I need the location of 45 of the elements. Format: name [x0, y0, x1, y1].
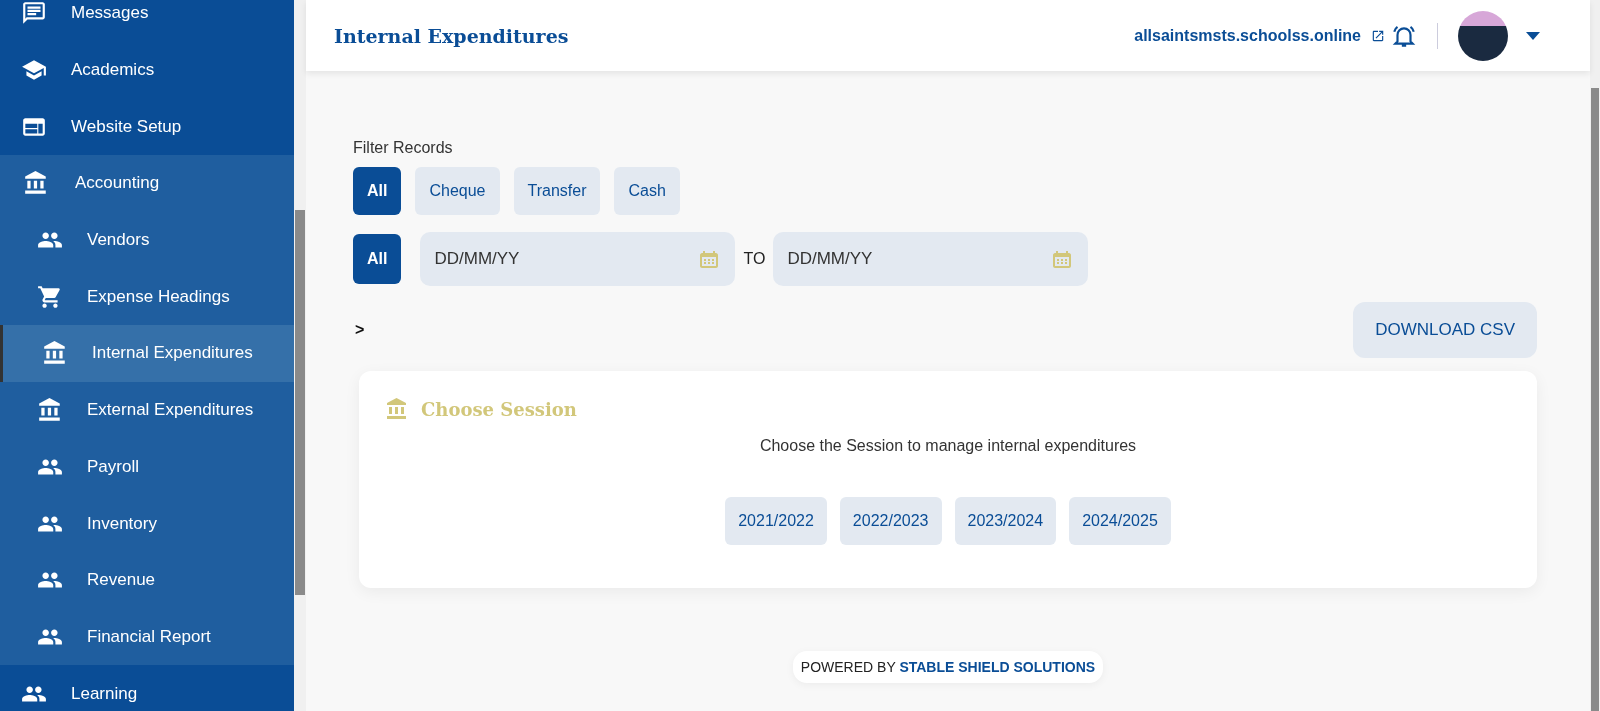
- powered-by-text: POWERED BY STABLE SHIELD SOLUTIONS: [792, 651, 1104, 683]
- sidebar-item[interactable]: External Expenditures: [0, 381, 294, 439]
- download-csv-button[interactable]: DOWNLOAD CSV: [1353, 302, 1537, 358]
- school-logo-avatar[interactable]: [1458, 10, 1508, 61]
- date-filter-all-button[interactable]: All: [353, 234, 402, 284]
- card-title: Choose Session: [421, 398, 577, 420]
- bank-icon: [385, 397, 409, 421]
- filter-title: Filter Records: [353, 139, 454, 157]
- breadcrumb-arrow: >: [354, 321, 365, 339]
- session-button[interactable]: 2024/2025: [1069, 497, 1171, 545]
- from-date-field[interactable]: DD/MM/YY: [420, 232, 736, 286]
- bank-icon: [42, 340, 68, 367]
- external-link-icon[interactable]: [1371, 28, 1385, 43]
- card-description: Choose the Session to manage internal expenditures: [758, 437, 1138, 455]
- scrollbar-thumb[interactable]: [1591, 88, 1599, 711]
- filter-tab[interactable]: Cash: [614, 167, 680, 215]
- calendar-icon: [1052, 249, 1073, 269]
- sidebar-item[interactable]: Accounting: [0, 155, 294, 212]
- session-button[interactable]: 2022/2023: [839, 497, 942, 545]
- sidebar-item[interactable]: Website Setup: [0, 98, 294, 156]
- filter-tab[interactable]: All: [353, 167, 402, 215]
- sidebar-item[interactable]: Academics: [0, 41, 294, 99]
- filter-tab[interactable]: Cheque: [415, 167, 500, 215]
- caret-icon[interactable]: [1526, 31, 1540, 40]
- sidebar-item[interactable]: Internal Expenditures: [0, 325, 294, 382]
- site-link[interactable]: allsaintsmsts.schoolss.online: [1134, 26, 1361, 45]
- sidebar-item[interactable]: Revenue: [0, 551, 294, 609]
- sidebar-item[interactable]: Payroll: [0, 438, 294, 496]
- sidebar-item[interactable]: Inventory: [0, 495, 294, 552]
- calendar-icon: [699, 249, 720, 269]
- session-button[interactable]: 2023/2024: [954, 497, 1057, 545]
- page-title: Internal Expenditures: [334, 24, 570, 47]
- to-date-field[interactable]: DD/MM/YY: [773, 232, 1089, 286]
- bank-icon: [37, 397, 63, 424]
- session-button[interactable]: 2021/2022: [725, 497, 827, 545]
- sidebar-item[interactable]: Expense Headings: [0, 268, 294, 326]
- to-label: TO: [743, 250, 766, 268]
- sidebar-item[interactable]: Learning: [0, 665, 294, 711]
- scrollbar-thumb[interactable]: [295, 210, 305, 595]
- sidebar-item[interactable]: Financial Report: [0, 608, 294, 666]
- bank-icon: [23, 170, 49, 197]
- sidebar-item[interactable]: Messages: [0, 0, 294, 42]
- filter-tab[interactable]: Transfer: [513, 167, 601, 215]
- cart-icon: [37, 283, 63, 310]
- sidebar-item[interactable]: Vendors: [0, 211, 294, 269]
